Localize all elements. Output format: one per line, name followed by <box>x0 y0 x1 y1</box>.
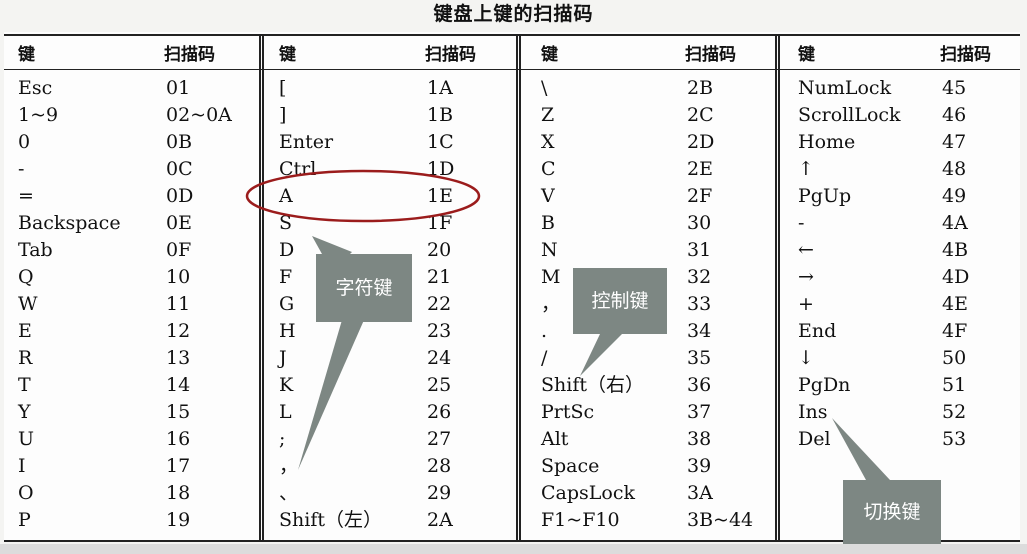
highlight-ellipse <box>245 169 481 223</box>
char-keys-pointer-tail <box>298 320 364 470</box>
bottom-strip <box>0 544 1027 554</box>
callout-control-keys: 控制键 <box>573 268 667 334</box>
highlight-overlay <box>245 169 890 480</box>
callout-char-keys: 字符键 <box>316 254 412 322</box>
callout-toggle-keys: 切换键 <box>843 480 941 544</box>
control-keys-pointer <box>580 334 622 376</box>
toggle-keys-pointer <box>832 418 890 480</box>
